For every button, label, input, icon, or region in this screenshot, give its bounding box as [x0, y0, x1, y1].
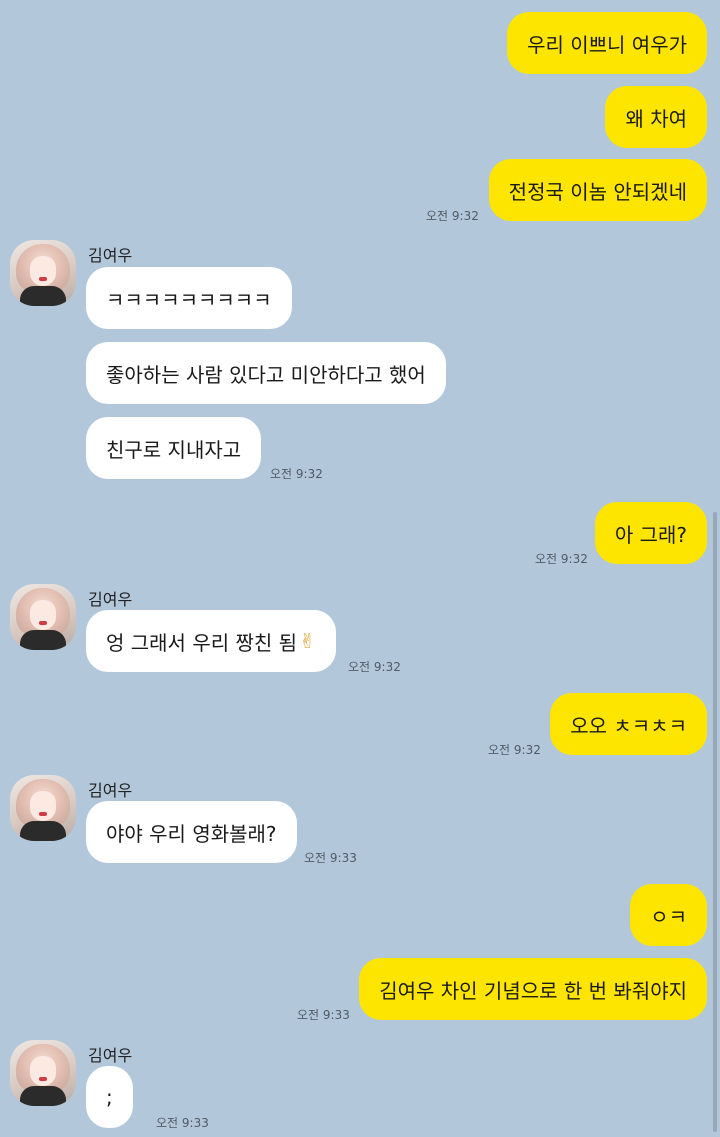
contact-name: 김여우 — [88, 590, 133, 609]
victory-hand-icon: ✌ — [299, 629, 316, 653]
message-text: 우리 이쁘니 여우가 — [527, 32, 687, 57]
message-bubble-received[interactable]: 야야 우리 영화볼래? — [86, 801, 297, 863]
message-timestamp: 오전 9:33 — [156, 1116, 209, 1130]
message-timestamp: 오전 9:32 — [426, 209, 479, 223]
message-text: ; — [106, 1085, 113, 1109]
message-timestamp: 오전 9:33 — [304, 851, 357, 865]
message-bubble-sent[interactable]: 왜 차여 — [605, 86, 707, 148]
contact-name: 김여우 — [88, 246, 133, 265]
message-text: 아 그래? — [614, 522, 687, 547]
contact-avatar[interactable] — [10, 584, 76, 650]
message-text: 좋아하는 사람 있다고 미안하다고 했어 — [106, 362, 426, 387]
message-text: 김여우 차인 기념으로 한 번 봐줘야지 — [379, 978, 687, 1003]
contact-name: 김여우 — [88, 781, 133, 800]
message-bubble-sent[interactable]: ㅇㅋ — [630, 884, 707, 946]
message-text: 엉 그래서 우리 짱친 됨 — [106, 630, 298, 655]
message-timestamp: 오전 9:32 — [348, 660, 401, 674]
message-timestamp: 오전 9:33 — [297, 1008, 350, 1022]
message-timestamp: 오전 9:32 — [535, 552, 588, 566]
message-text: 전정국 이놈 안되겠네 — [508, 179, 687, 204]
message-bubble-received[interactable]: 엉 그래서 우리 짱친 됨 ✌ — [86, 610, 336, 672]
message-text: ㅋㅋㅋㅋㅋㅋㅋㅋㅋ — [106, 287, 272, 312]
contact-avatar[interactable] — [10, 240, 76, 306]
message-text: 왜 차여 — [625, 106, 687, 131]
message-text: ㅇㅋ — [650, 904, 687, 929]
message-bubble-received[interactable]: 친구로 지내자고 — [86, 417, 262, 479]
message-bubble-sent[interactable]: 우리 이쁘니 여우가 — [507, 12, 707, 74]
message-timestamp: 오전 9:32 — [488, 743, 541, 757]
scrollbar[interactable] — [713, 512, 717, 1132]
message-bubble-received[interactable]: 좋아하는 사람 있다고 미안하다고 했어 — [86, 342, 446, 404]
message-bubble-sent[interactable]: 김여우 차인 기념으로 한 번 봐줘야지 — [359, 958, 707, 1020]
contact-avatar[interactable] — [10, 775, 76, 841]
message-bubble-received[interactable]: ; — [86, 1066, 133, 1128]
message-bubble-sent[interactable]: 오오 ㅊㅋㅊㅋ — [550, 693, 707, 755]
message-bubble-received[interactable]: ㅋㅋㅋㅋㅋㅋㅋㅋㅋ — [86, 267, 292, 329]
message-bubble-sent[interactable]: 전정국 이놈 안되겠네 — [488, 159, 707, 221]
message-text: 친구로 지내자고 — [106, 437, 242, 462]
contact-avatar[interactable] — [10, 1040, 76, 1106]
message-bubble-sent[interactable]: 아 그래? — [594, 502, 707, 564]
message-text: 오오 ㅊㅋㅊㅋ — [570, 713, 687, 738]
message-text: 야야 우리 영화볼래? — [106, 821, 277, 846]
message-timestamp: 오전 9:32 — [270, 467, 323, 481]
contact-name: 김여우 — [88, 1046, 133, 1065]
